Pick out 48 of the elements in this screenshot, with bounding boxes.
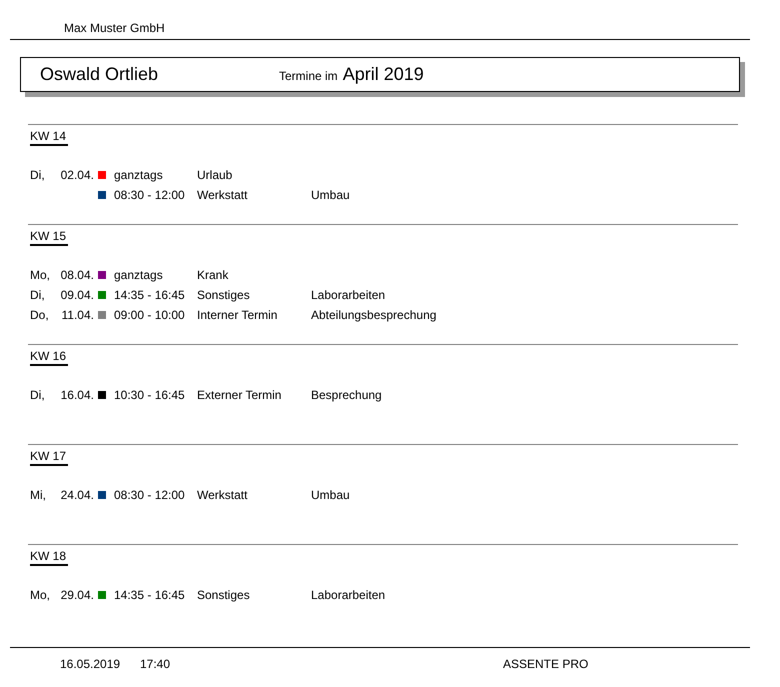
time-range: 08:30 - 12:00 [114, 188, 186, 202]
period-name: April 2019 [342, 64, 424, 85]
date: 11.04. [60, 308, 94, 322]
appointment-type: Werkstatt [197, 488, 248, 502]
date: 09.04. [60, 288, 94, 302]
weekday: Di, [30, 288, 46, 302]
week-label: KW 16 [30, 348, 68, 366]
appointment-description: Umbau [311, 488, 350, 502]
appointment-type: Sonstiges [197, 288, 251, 302]
time-range: 10:30 - 16:45 [114, 388, 186, 402]
weekday: Mo, [30, 588, 52, 602]
person-name: Oswald Ortlieb [40, 64, 160, 85]
appointment-type: Externer Termin [197, 388, 282, 402]
week-label: KW 17 [30, 448, 68, 466]
time-range: 14:35 - 16:45 [114, 288, 186, 302]
week-label: KW 14 [30, 128, 68, 146]
week-label: KW 18 [30, 548, 68, 566]
weekday: Di, [30, 168, 46, 182]
appointment-description: Laborarbeiten [311, 288, 386, 302]
period-caption: Termine im [279, 69, 338, 83]
appointment-description: Umbau [311, 188, 350, 202]
appointment-type: Urlaub [197, 168, 234, 182]
time-range: 14:35 - 16:45 [114, 588, 186, 602]
appointment-description: Abteilungsbesprechung [311, 308, 436, 322]
appointment-description: Besprechung [311, 388, 382, 402]
print-time: 17:40 [140, 657, 172, 671]
weekday: Do, [30, 308, 50, 322]
time-range: ganztags [114, 168, 164, 182]
appointment-type: Krank [197, 268, 230, 282]
appointment-description: Laborarbeiten [311, 588, 386, 602]
appointment-type: Interner Termin [197, 308, 278, 322]
company-name: Max Muster GmbH [64, 21, 165, 35]
week-label: KW 15 [30, 228, 68, 246]
weekday: Mo, [30, 268, 52, 282]
date: 16.04. [60, 388, 94, 402]
date: 08.04. [60, 268, 94, 282]
product-name: ASSENTE PRO [503, 657, 588, 671]
time-range: 08:30 - 12:00 [114, 488, 186, 502]
print-date: 16.05.2019 [60, 657, 122, 671]
date: 02.04. [60, 168, 94, 182]
weekday: Mi, [30, 488, 47, 502]
appointment-type: Sonstiges [197, 588, 251, 602]
date: 24.04. [60, 488, 94, 502]
weekday: Di, [30, 388, 46, 402]
date: 29.04. [60, 588, 94, 602]
time-range: ganztags [114, 268, 164, 282]
time-range: 09:00 - 10:00 [114, 308, 186, 322]
appointment-type: Werkstatt [197, 188, 248, 202]
